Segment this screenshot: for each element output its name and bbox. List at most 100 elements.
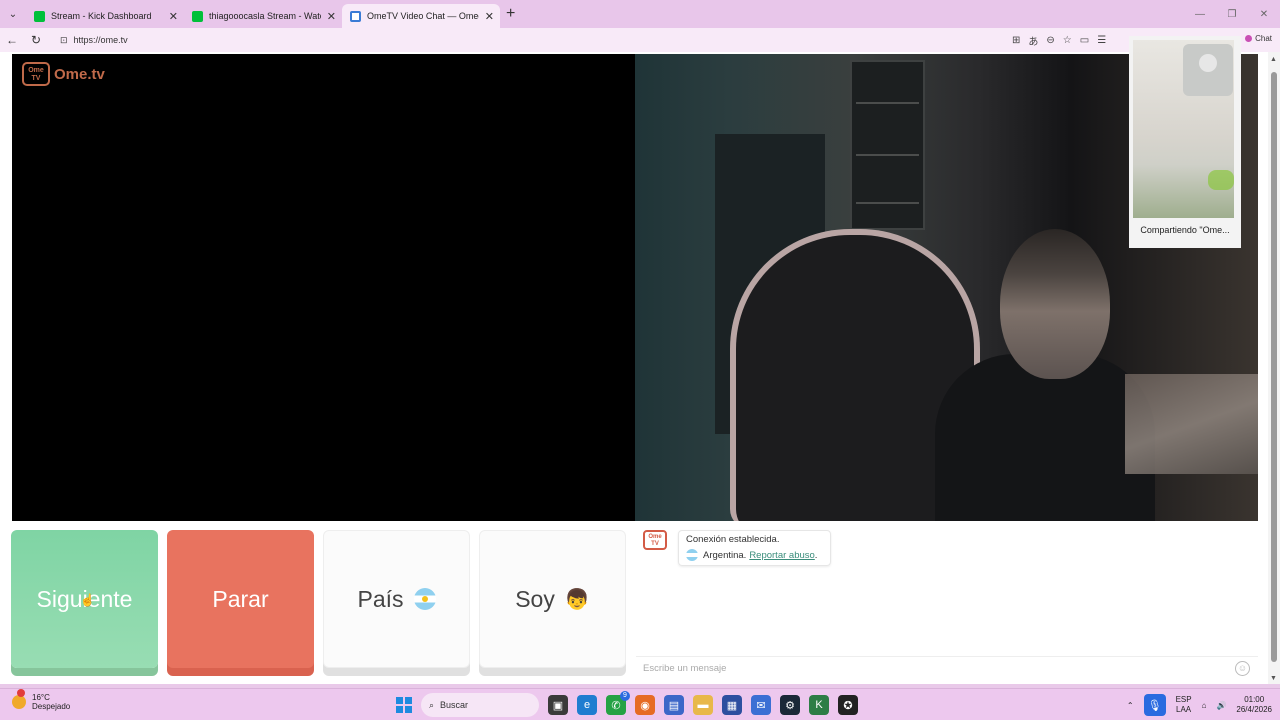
ometv-page: Ome TV Ome.tv Compartiendo "Ome... Sigui… (0, 36, 1268, 684)
thumbnail-detail (1208, 170, 1234, 190)
screen-share-thumbnail (1133, 40, 1234, 218)
stop-button[interactable]: Parar (167, 530, 314, 668)
screen-share-caption: Compartiendo "Ome... (1140, 225, 1230, 235)
whatsapp-icon[interactable]: ✆ 9 (606, 691, 630, 715)
scrollbar-thumb[interactable] (1271, 72, 1277, 662)
keyboard-layout: LAA (1176, 705, 1192, 714)
message-connection-text: Conexión establecida. (686, 534, 780, 545)
page-scrollbar[interactable]: ▲ ▼ (1268, 52, 1280, 684)
tab-ometv[interactable]: OmeTV Video Chat — Omegle ✕ (342, 4, 500, 28)
app-available-icon[interactable]: ⊞ (1012, 35, 1020, 46)
favorite-star-icon[interactable]: ☆ (1063, 35, 1072, 46)
copilot-icon (1245, 35, 1253, 42)
store-icon[interactable]: ▤ (664, 695, 684, 715)
close-icon[interactable]: ✕ (327, 10, 336, 23)
reload-icon[interactable]: ↻ (24, 28, 48, 52)
app-icon[interactable]: ▦ (722, 695, 742, 715)
split-screen-icon[interactable]: ▭ (1080, 35, 1089, 46)
task-view-icon[interactable]: ▣ (548, 695, 568, 715)
taskbar-search-label: Buscar (440, 700, 469, 710)
volume-icon[interactable]: 🔊 (1216, 701, 1226, 710)
edge-browser-icon[interactable]: e (577, 695, 597, 715)
game-app-icon[interactable]: ✪ (838, 695, 858, 715)
new-tab-button[interactable]: + (506, 5, 515, 23)
emoji-picker-icon[interactable]: ☺ (1235, 661, 1250, 676)
extensions-icon[interactable]: ⊖ (1046, 35, 1054, 46)
logo-text: Ome.tv (54, 65, 105, 83)
kick-icon (192, 10, 203, 22)
weather-description: Despejado (32, 702, 71, 711)
argentina-flag-icon (413, 588, 436, 610)
search-icon: ⌕ (429, 699, 435, 710)
scroll-up-icon[interactable]: ▲ (1270, 56, 1277, 63)
firefox-icon[interactable]: ◉ (635, 695, 655, 715)
steam-icon[interactable]: ⚙ (780, 695, 800, 715)
kick-icon (34, 10, 45, 22)
gender-button-label: Soy (515, 585, 555, 612)
taskbar-search[interactable]: ⌕ Buscar (421, 693, 539, 717)
weather-temperature: 16°C (32, 693, 50, 702)
scroll-down-icon[interactable]: ▼ (1270, 675, 1277, 682)
tab-title: Stream - Kick Dashboard (51, 11, 152, 21)
mouse-cursor-icon: ☝ (80, 593, 95, 607)
ometv-icon (350, 10, 361, 22)
system-message: Conexión establecida. Argentina. Reporta… (678, 530, 831, 566)
chat-label: Chat (1255, 34, 1272, 43)
clock-date: 26/4/2026 (1236, 705, 1272, 714)
site-info-icon[interactable]: ⊡ (60, 35, 68, 46)
address-bar: ← ↻ ⊡ https://ome.tv ⊞ あ ⊖ ☆ ▭ ☰ Chat (0, 28, 1280, 52)
message-input[interactable]: Escribe un mensaje ☺ (636, 656, 1258, 680)
tab-kick-stream[interactable]: thiagooocasla Stream - Watch Live ✕ (184, 4, 342, 28)
show-hidden-icons-icon[interactable]: ⌃ (1127, 701, 1134, 710)
clock-time: 01:00 (1244, 695, 1265, 704)
browser-tab-bar: ⌄ Stream - Kick Dashboard ✕ thiagooocasl… (0, 0, 1280, 28)
argentina-flag-icon (686, 549, 698, 561)
video-person-head (1000, 229, 1110, 379)
avatar-placeholder-icon (1183, 44, 1233, 96)
weather-widget[interactable]: 16°C Despejado (12, 689, 71, 711)
language-indicator[interactable]: ESP LAA (1176, 695, 1192, 715)
network-icon[interactable]: ⌂ (1202, 701, 1207, 710)
message-period: . (814, 549, 818, 561)
screen-share-preview[interactable]: Compartiendo "Ome... (1129, 36, 1241, 248)
logo-badge: Ome TV (22, 62, 50, 86)
taskbar-apps: ⌕ Buscar ▣ e ✆ 9 ◉ ▤ ▬ ▦ ✉ ⚙ K ✪ (396, 691, 858, 717)
tab-title: OmeTV Video Chat — Omegle (367, 11, 479, 21)
tab-title: thiagooocasla Stream - Watch Live (209, 11, 321, 21)
file-explorer-icon[interactable]: ▬ (693, 695, 713, 715)
window-controls: — ❐ ✕ (1184, 0, 1280, 28)
restore-icon[interactable]: ❐ (1216, 0, 1248, 28)
tab-kick-dashboard[interactable]: Stream - Kick Dashboard ✕ (26, 4, 184, 28)
close-window-icon[interactable]: ✕ (1248, 0, 1280, 28)
language-code: ESP (1175, 695, 1192, 704)
minimize-icon[interactable]: — (1184, 0, 1216, 28)
close-icon[interactable]: ✕ (485, 10, 494, 23)
url-field[interactable]: ⊡ https://ome.tv (54, 31, 1014, 49)
microphone-icon[interactable]: 🎙 (1143, 694, 1166, 716)
gender-button[interactable]: Soy 👦 (479, 530, 626, 668)
country-button[interactable]: País (323, 530, 470, 668)
back-arrow-icon[interactable]: ← (0, 28, 24, 52)
url-text: https://ome.tv (73, 35, 128, 45)
kick-app-icon[interactable]: K (809, 695, 829, 715)
outlook-icon[interactable]: ✉ (751, 695, 771, 715)
windows-start-icon[interactable] (396, 697, 412, 713)
country-button-label: País (357, 585, 404, 612)
translate-icon[interactable]: あ (1028, 33, 1038, 48)
message-input-placeholder: Escribe un mensaje (643, 663, 727, 674)
address-bar-icons: ⊞ あ ⊖ ☆ ▭ ☰ (1012, 28, 1106, 52)
clock[interactable]: 01:00 26/4/2026 (1236, 695, 1272, 715)
favorites-icon[interactable]: ☰ (1097, 35, 1106, 46)
boy-emoji-icon: 👦 (564, 588, 590, 611)
ometv-logo[interactable]: Ome TV Ome.tv (22, 62, 105, 86)
copilot-chat-button[interactable]: Chat (1245, 34, 1272, 43)
stop-button-label: Parar (212, 585, 269, 612)
stranger-video: Ome TV Ome.tv (12, 54, 635, 521)
video-shelf (850, 60, 925, 230)
report-abuse-link[interactable]: Reportar abuso (749, 550, 814, 561)
message-country: Argentina. (703, 549, 747, 561)
video-person-body (935, 354, 1155, 521)
close-icon[interactable]: ✕ (169, 10, 178, 23)
tab-list-chevron-icon[interactable]: ⌄ (0, 0, 26, 28)
whatsapp-badge: 9 (620, 691, 630, 701)
